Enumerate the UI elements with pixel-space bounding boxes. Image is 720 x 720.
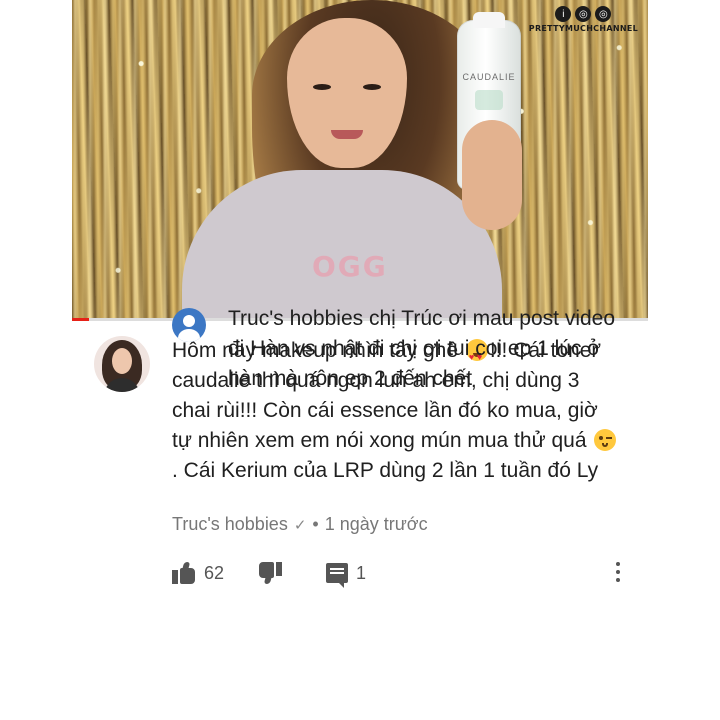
reply-avatar[interactable] <box>172 308 206 342</box>
channel-name: PRETTYMUCHCHANNEL <box>528 24 638 33</box>
commenter-avatar[interactable] <box>94 336 150 392</box>
screenshot-frame: OGG CAUDALIE i ◎ ◎ PRETTYMUCHCHANNEL Hôm… <box>72 0 648 720</box>
info-icon: i <box>555 6 572 22</box>
meta-separator: • <box>312 514 319 534</box>
thumbs-up-icon <box>172 562 196 584</box>
reply-author[interactable]: Truc's hobbies <box>228 307 363 330</box>
more-options-icon[interactable] <box>616 562 620 582</box>
comment-time: 1 ngày trước <box>324 514 428 534</box>
like-count: 62 <box>204 562 225 583</box>
avatar-face <box>112 348 132 374</box>
channel-social-icons: i ◎ ◎ <box>555 6 612 22</box>
comment-reply-icon <box>326 563 349 588</box>
reply-count: 1 <box>356 562 367 583</box>
video-progress-fill <box>72 318 90 321</box>
reply-text: Truc's hobbies chị Trúc ơi mau post vide… <box>228 304 628 394</box>
right-eye <box>363 84 381 90</box>
reply-button[interactable]: 1 <box>326 562 367 588</box>
thumbs-down-icon <box>258 562 283 584</box>
comment-meta: Truc's hobbies ✓ • 1 ngày trước <box>172 514 428 535</box>
comment-text-part3: . Cái Kerium của LRP dùng 2 lần 1 tuần đ… <box>172 459 599 482</box>
dislike-button[interactable] <box>258 562 283 584</box>
camera-icon: ◎ <box>575 6 592 22</box>
channel-watermark: i ◎ ◎ PRETTYMUCHCHANNEL <box>529 6 638 33</box>
comment-author[interactable]: Truc's hobbies <box>172 514 288 535</box>
shirt-print: OGG <box>312 250 388 283</box>
verified-check-icon: ✓ <box>293 516 307 534</box>
like-button[interactable]: 62 <box>172 562 224 584</box>
video-player[interactable]: OGG CAUDALIE i ◎ ◎ PRETTYMUCHCHANNEL <box>72 0 648 318</box>
winking-emoji <box>594 429 617 451</box>
mouth <box>331 130 363 139</box>
bottle-cap <box>473 12 505 28</box>
presenter-hand <box>462 120 522 230</box>
bottle-accent <box>475 90 503 110</box>
camera-icon: ◎ <box>595 6 612 22</box>
left-eye <box>313 84 331 90</box>
comment-actions: 62 1 <box>172 558 632 588</box>
bottle-brand: CAUDALIE <box>462 72 516 82</box>
